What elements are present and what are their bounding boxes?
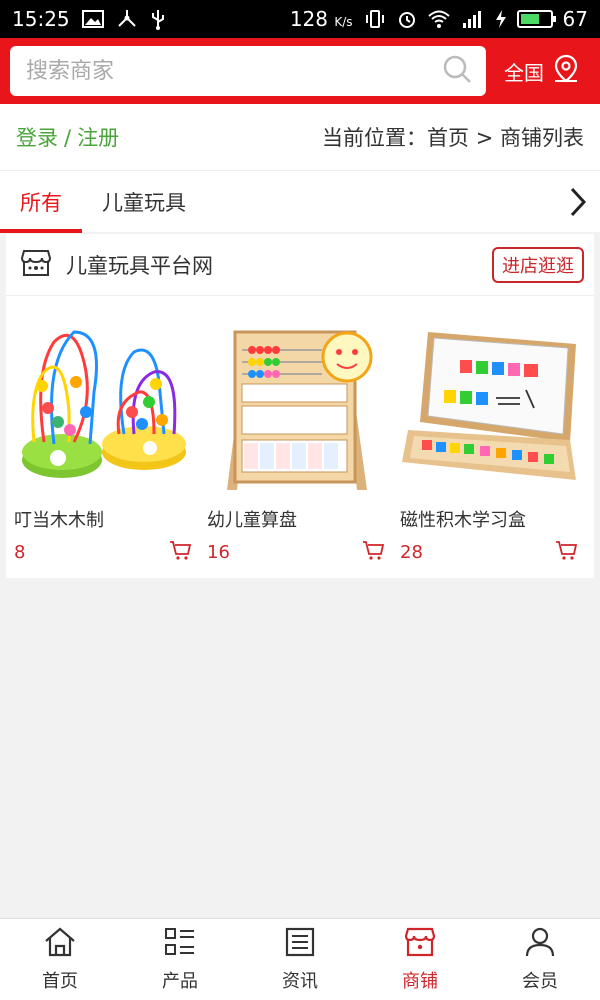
cart-icon[interactable] [555, 540, 578, 564]
nav-label: 产品 [162, 971, 198, 992]
shop-header: 儿童玩具平台网 进店逛逛 [6, 234, 594, 296]
charging-icon [495, 9, 507, 29]
product-item[interactable]: 幼儿童算盘 16 [199, 312, 392, 564]
region-selector[interactable]: 全国 [504, 54, 580, 89]
product-price: 16 [207, 541, 230, 563]
nav-shops[interactable]: 商铺 [360, 919, 480, 1000]
news-icon [283, 926, 317, 963]
product-item[interactable]: 磁性积木学习盒 28 [392, 312, 585, 564]
nav-label: 首页 [42, 971, 78, 992]
cart-icon[interactable] [169, 540, 192, 564]
nav-news[interactable]: 资讯 [240, 919, 360, 1000]
product-list: 叮当木木制 8 幼儿童算盘 16 磁性积木学习盒 28 [6, 296, 594, 564]
search-box[interactable] [10, 46, 486, 96]
battery-icon [516, 10, 556, 28]
product-price: 28 [400, 541, 423, 563]
nav-label: 商铺 [402, 971, 438, 992]
breadcrumb-row: 登录 / 注册 当前位置：首页 > 商铺列表 [0, 104, 600, 170]
tab-kids-toys[interactable]: 儿童玩具 [82, 171, 202, 233]
product-image[interactable] [14, 312, 194, 492]
home-icon [43, 926, 77, 963]
product-image[interactable] [400, 312, 580, 492]
image-icon [81, 10, 104, 28]
store-icon [403, 926, 437, 963]
store-icon [20, 248, 52, 282]
search-icon[interactable] [442, 54, 472, 88]
nav-label: 会员 [522, 971, 558, 992]
product-image[interactable] [207, 312, 387, 492]
search-input[interactable] [26, 58, 406, 84]
product-name[interactable]: 叮当木木制 [14, 506, 199, 532]
grid-list-icon [163, 926, 197, 963]
share-icon [116, 9, 138, 29]
bottom-nav: 首页 产品 资讯 商铺 会员 [0, 918, 600, 1000]
enter-shop-button[interactable]: 进店逛逛 [492, 246, 584, 283]
product-name[interactable]: 磁性积木学习盒 [400, 506, 585, 532]
shop-card: 儿童玩具平台网 进店逛逛 叮当木木制 8 幼儿童算盘 16 磁性积木学习盒 28 [6, 234, 594, 578]
nav-products[interactable]: 产品 [120, 919, 240, 1000]
battery-percent: 67 [562, 7, 588, 31]
status-time: 15:25 [12, 7, 70, 31]
vibrate-icon [363, 9, 387, 29]
shop-name[interactable]: 儿童玩具平台网 [66, 250, 213, 280]
breadcrumb: 当前位置：首页 > 商铺列表 [322, 126, 584, 150]
header: 全国 [0, 38, 600, 104]
register-link[interactable]: 注册 [77, 126, 119, 150]
product-name[interactable]: 幼儿童算盘 [207, 506, 392, 532]
product-price: 8 [14, 541, 26, 563]
nav-home[interactable]: 首页 [0, 919, 120, 1000]
login-link[interactable]: 登录 [16, 126, 58, 150]
chevron-right-icon[interactable] [568, 185, 588, 223]
status-bar: 15:25 128 K/s 67 [0, 0, 600, 38]
nav-label: 资讯 [282, 971, 318, 992]
alarm-icon [397, 9, 417, 29]
category-tabs: 所有 儿童玩具 [0, 170, 600, 233]
region-label: 全国 [504, 60, 544, 85]
tab-all[interactable]: 所有 [0, 171, 82, 233]
location-pin-icon [552, 54, 580, 89]
usb-icon [150, 8, 166, 30]
nav-member[interactable]: 会员 [480, 919, 600, 1000]
cart-icon[interactable] [362, 540, 385, 564]
login-register: 登录 / 注册 [16, 126, 120, 150]
product-item[interactable]: 叮当木木制 8 [6, 312, 199, 564]
network-speed: 128 K/s [289, 7, 353, 31]
wifi-icon [427, 9, 451, 29]
signal-icon [461, 9, 485, 29]
user-icon [523, 926, 557, 963]
